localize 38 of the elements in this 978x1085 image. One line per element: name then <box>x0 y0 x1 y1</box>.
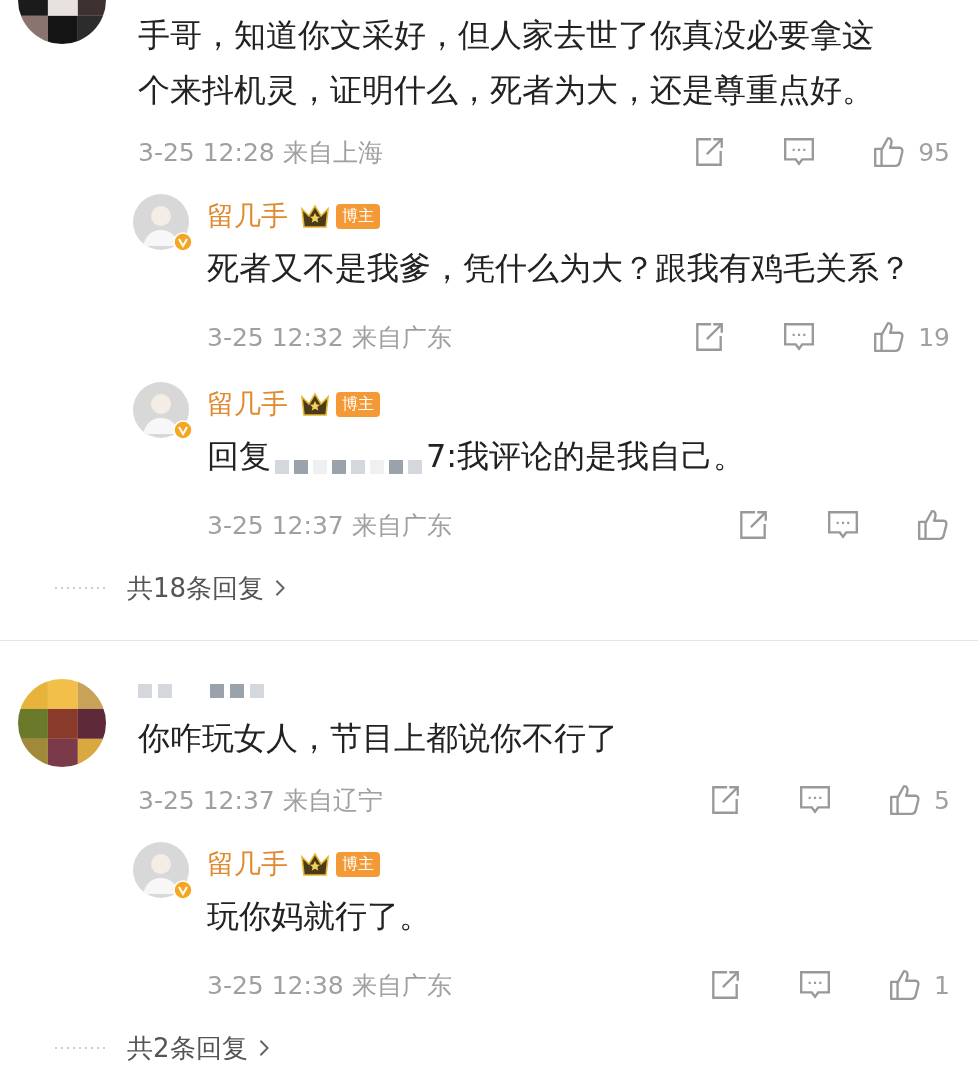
comment-time: 3-25 12:38 来自广东 <box>207 969 452 1002</box>
comment-time: 3-25 12:37 来自辽宁 <box>138 784 383 817</box>
like-icon[interactable] <box>872 135 907 169</box>
author-tag: 博主 <box>336 851 380 877</box>
reply-text: 玩你妈就行了。 <box>207 896 431 937</box>
like-icon[interactable] <box>888 968 923 1002</box>
like-count: 1 <box>934 970 950 1000</box>
comment-time: 3-25 12:32 来自广东 <box>207 321 452 354</box>
author-tag: 博主 <box>336 203 380 229</box>
chevron-icon <box>257 1039 270 1057</box>
author-tag: 博主 <box>336 391 380 417</box>
crown-icon <box>300 203 330 229</box>
reply-text: 死者又不是我爹，凭什么为大？跟我有鸡毛关系？ <box>207 248 911 289</box>
like-count: 19 <box>918 322 950 352</box>
comment-time: 3-25 12:28 来自上海 <box>138 136 383 169</box>
reply-text: 7:我评论的是我自己。 <box>426 436 746 477</box>
more-replies-link[interactable]: 共2条回复 <box>127 1030 270 1066</box>
crown-icon <box>300 851 330 877</box>
avatar <box>133 194 189 250</box>
comment-text: 你咋玩女人，节目上都说你不行了 <box>138 718 619 759</box>
like-count: 95 <box>918 137 950 167</box>
chevron-icon <box>274 579 287 597</box>
username[interactable]: 留几手 <box>207 386 288 422</box>
more-replies-link[interactable]: 共18条回复 <box>127 570 287 606</box>
like-count: 5 <box>934 785 950 815</box>
like-icon[interactable] <box>872 320 907 354</box>
dotted-line-icon <box>55 586 105 590</box>
comment-time: 3-25 12:37 来自广东 <box>207 509 452 542</box>
like-icon[interactable] <box>888 783 923 817</box>
avatar <box>133 842 189 898</box>
reply-prefix: 回复 <box>207 436 271 477</box>
comment-text: 手哥，知道你文采好，但人家去世了你真没必要拿这个来抖机灵，证明什么，死者为大，还是尊重点好。 <box>138 15 875 111</box>
avatar <box>133 382 189 438</box>
crown-icon <box>300 391 330 417</box>
username[interactable]: 留几手 <box>207 198 288 234</box>
dotted-line-icon <box>55 1046 105 1050</box>
like-icon[interactable] <box>916 508 950 542</box>
username[interactable]: 留几手 <box>207 846 288 882</box>
